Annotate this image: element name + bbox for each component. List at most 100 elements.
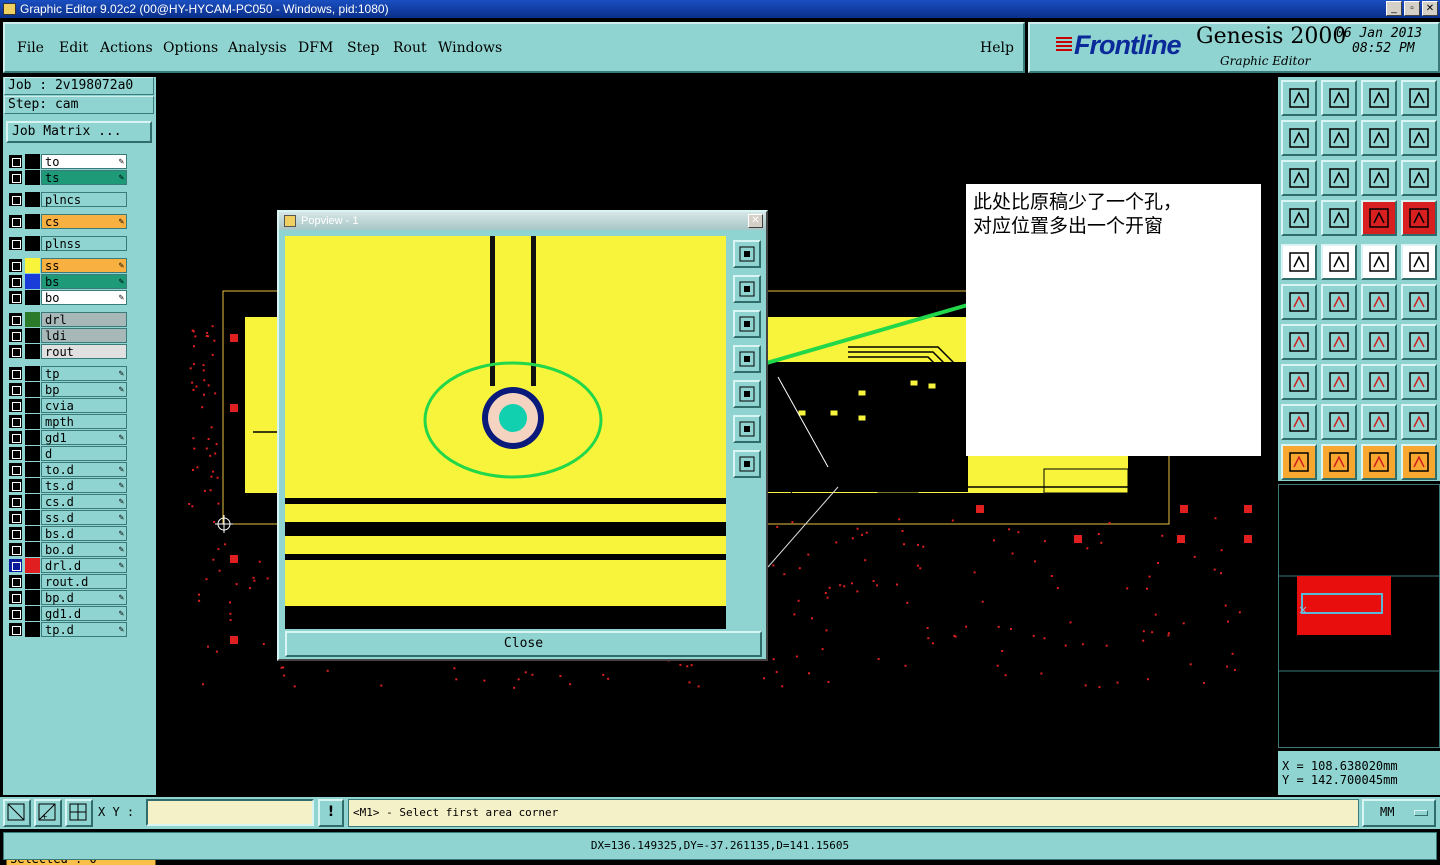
pointer-line-button[interactable] [1361, 444, 1397, 480]
triangle-button[interactable] [1281, 404, 1317, 440]
layer-name[interactable]: ts.d ✎ [41, 478, 127, 493]
popview-title-bar[interactable]: Popview - 1 ✕ [279, 212, 766, 230]
left-button[interactable] [1281, 120, 1317, 156]
arrow-blue-button[interactable] [1401, 284, 1437, 320]
layer-color-swatch[interactable] [25, 290, 40, 305]
layer-row-ss[interactable]: ss ✎ [6, 258, 130, 273]
layer-color-swatch[interactable] [25, 328, 40, 343]
layer-checkbox[interactable] [9, 479, 22, 492]
layer-color-swatch[interactable] [25, 590, 40, 605]
layer-color-swatch[interactable] [25, 542, 40, 557]
layer-row-gd1-d[interactable]: gd1.d ✎ [6, 606, 130, 621]
layer-color-swatch[interactable] [25, 622, 40, 637]
zoom-right-button[interactable] [733, 380, 761, 408]
overview-map[interactable] [1278, 484, 1440, 748]
layer-name[interactable]: plncs [41, 192, 127, 207]
layer-name[interactable]: rout [41, 344, 127, 359]
menu-actions[interactable]: Actions [100, 40, 153, 56]
layer-row-tp[interactable]: tp ✎ [6, 366, 130, 381]
layer-checkbox[interactable] [9, 575, 22, 588]
layer-color-swatch[interactable] [25, 510, 40, 525]
job-matrix-button[interactable]: Job Matrix ... [6, 121, 152, 143]
layer-color-swatch[interactable] [25, 170, 40, 185]
layer-checkbox[interactable] [9, 291, 22, 304]
layer-color-swatch[interactable] [25, 558, 40, 573]
layer-row-bp-d[interactable]: bp.d ✎ [6, 590, 130, 605]
layer-name[interactable]: bo.d ✎ [41, 542, 127, 557]
menu-edit[interactable]: Edit [59, 40, 88, 56]
layer-name[interactable]: rout.d [41, 574, 127, 589]
popview-close-button[interactable]: Close [285, 631, 762, 657]
layers-red2-button[interactable] [1401, 200, 1437, 236]
layer-name[interactable]: d [41, 446, 127, 461]
layer-checkbox[interactable] [9, 623, 22, 636]
layer-row-plnss[interactable]: plnss [6, 236, 130, 251]
menu-options[interactable]: Options [163, 40, 218, 56]
layer-row-d[interactable]: d [6, 446, 130, 461]
zoom-up-button[interactable] [733, 275, 761, 303]
layer-color-swatch[interactable] [25, 526, 40, 541]
layer-checkbox[interactable] [9, 155, 22, 168]
arrow-red-button[interactable] [1361, 284, 1397, 320]
ratio-button[interactable] [1361, 160, 1397, 196]
layer-color-swatch[interactable] [25, 274, 40, 289]
feature-button[interactable] [1401, 324, 1437, 360]
layer-checkbox[interactable] [9, 171, 22, 184]
scissors-button[interactable] [1281, 200, 1317, 236]
layer-color-swatch[interactable] [25, 606, 40, 621]
minimize-button[interactable]: _ [1386, 1, 1402, 16]
arc-button[interactable] [1361, 324, 1397, 360]
tri-b-button[interactable] [1361, 404, 1397, 440]
layer-name[interactable]: cs ✎ [41, 214, 127, 229]
fit-button[interactable] [1281, 160, 1317, 196]
layer-checkbox[interactable] [9, 215, 22, 228]
layer-row-gd1[interactable]: gd1 ✎ [6, 430, 130, 445]
layer-name[interactable]: mpth [41, 414, 127, 429]
layer-color-swatch[interactable] [25, 478, 40, 493]
dot-button[interactable] [1281, 364, 1317, 400]
layer-color-swatch[interactable] [25, 344, 40, 359]
layer-color-swatch[interactable] [25, 236, 40, 251]
menu-dfm[interactable]: DFM [298, 40, 333, 56]
layer-color-swatch[interactable] [25, 398, 40, 413]
layer-row-to[interactable]: to ✎ [6, 154, 130, 169]
layer-color-swatch[interactable] [25, 258, 40, 273]
layer-checkbox[interactable] [9, 527, 22, 540]
slash-button[interactable] [1321, 244, 1357, 280]
tri-a-button[interactable] [1321, 404, 1357, 440]
cross-button[interactable] [1321, 284, 1357, 320]
layer-name[interactable]: plnss [41, 236, 127, 251]
circle-button[interactable] [1401, 244, 1437, 280]
fit-all-button[interactable] [733, 415, 761, 443]
snap-mode-button[interactable] [3, 799, 31, 827]
exclamation-button[interactable]: ! [318, 799, 344, 827]
pad-button[interactable] [1281, 244, 1317, 280]
layer-row-mpth[interactable]: mpth [6, 414, 130, 429]
layer-checkbox[interactable] [9, 607, 22, 620]
tri-c-button[interactable] [1401, 404, 1437, 440]
layer-color-swatch[interactable] [25, 382, 40, 397]
layer-color-swatch[interactable] [25, 154, 40, 169]
zoom-in-button[interactable] [733, 240, 761, 268]
window-button[interactable] [1401, 80, 1437, 116]
layer-row-rout[interactable]: rout [6, 344, 130, 359]
help-button[interactable] [1401, 160, 1437, 196]
layer-row-bs-d[interactable]: bs.d ✎ [6, 526, 130, 541]
measure-mode-button[interactable]: + [34, 799, 62, 827]
layer-row-ts[interactable]: ts ✎ [6, 170, 130, 185]
layer-name[interactable]: drl [41, 312, 127, 327]
layer-row-drl-d[interactable]: drl.d ✎ [6, 558, 130, 573]
pointer-box-button[interactable] [1321, 444, 1357, 480]
fit-vertical-button[interactable] [733, 450, 761, 478]
layer-color-swatch[interactable] [25, 366, 40, 381]
layer-name[interactable]: bp.d ✎ [41, 590, 127, 605]
menu-step[interactable]: Step [347, 40, 379, 56]
layer-color-swatch[interactable] [25, 214, 40, 229]
layer-color-swatch[interactable] [25, 446, 40, 461]
layer-checkbox[interactable] [9, 313, 22, 326]
layer-color-swatch[interactable] [25, 192, 40, 207]
layer-color-swatch[interactable] [25, 574, 40, 589]
probe-button[interactable] [1321, 200, 1357, 236]
layer-checkbox[interactable] [9, 591, 22, 604]
layer-name[interactable]: bp ✎ [41, 382, 127, 397]
